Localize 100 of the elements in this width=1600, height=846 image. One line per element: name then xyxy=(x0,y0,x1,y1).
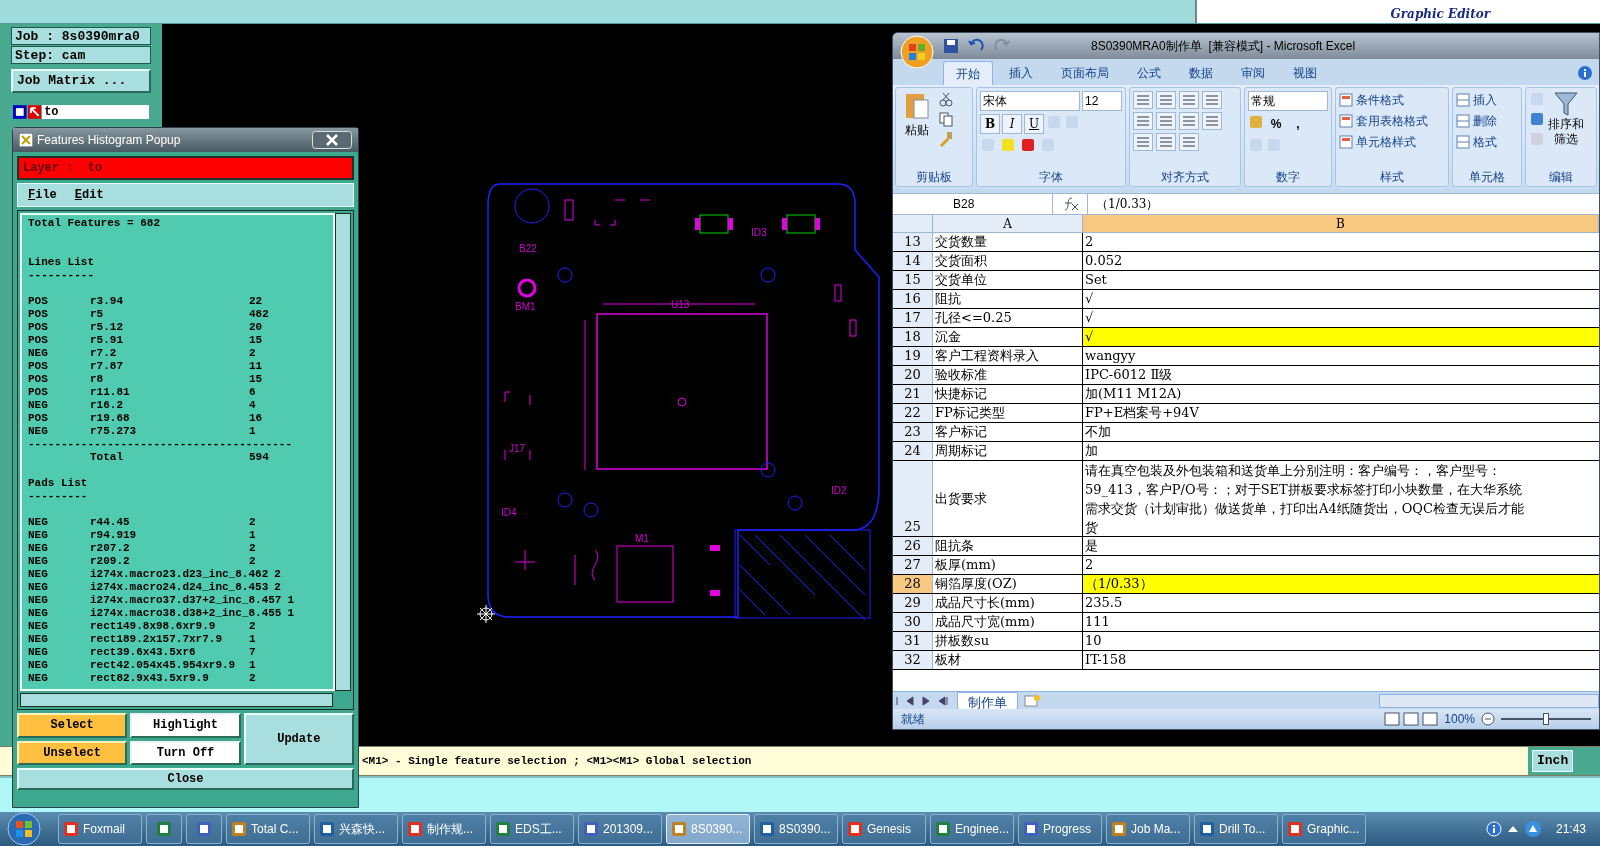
font-size-field[interactable]: 12 xyxy=(1082,91,1122,111)
ribbon-tab[interactable]: 数据 xyxy=(1177,61,1225,85)
taskbar-button[interactable]: Graphic... xyxy=(1282,814,1366,844)
row-header[interactable]: 15 xyxy=(893,271,933,289)
menu-item[interactable]: Edit xyxy=(74,186,104,204)
action-button[interactable]: Highlight xyxy=(130,713,241,738)
row-header[interactable]: 29 xyxy=(893,594,933,612)
column-header[interactable]: B xyxy=(1083,215,1599,232)
arrow-icon[interactable] xyxy=(27,105,42,119)
format-button[interactable]: U xyxy=(1024,114,1044,134)
formula-field[interactable]: （1/0.33） xyxy=(1087,194,1599,214)
style-menu-button[interactable]: 套用表格格式 xyxy=(1339,112,1445,130)
taskbar-button[interactable]: 8S0390... xyxy=(754,814,838,844)
start-button[interactable] xyxy=(4,812,44,846)
checkbox-icon[interactable] xyxy=(13,105,27,119)
help-icon[interactable] xyxy=(1485,821,1502,837)
taskbar-button[interactable]: Total C... xyxy=(226,814,310,844)
align-top-icon[interactable] xyxy=(1133,91,1153,109)
ribbon-tab[interactable]: 页面布局 xyxy=(1049,61,1121,85)
row-header[interactable]: 27 xyxy=(893,556,933,574)
style-menu-button[interactable]: 条件格式 xyxy=(1339,91,1445,109)
align-bottom-icon[interactable] xyxy=(1179,91,1199,109)
row-header[interactable]: 21 xyxy=(893,385,933,403)
ribbon-tab[interactable]: 开始 xyxy=(943,61,993,85)
ribbon-tab[interactable]: 审阅 xyxy=(1229,61,1277,85)
row-header[interactable]: 26 xyxy=(893,537,933,555)
job-matrix-button[interactable]: Job Matrix ... xyxy=(11,69,151,93)
sort-filter-button[interactable]: 排序和 筛选 xyxy=(1548,91,1584,165)
row-header[interactable]: 30 xyxy=(893,613,933,631)
network-icon[interactable] xyxy=(1523,820,1542,838)
taskbar-button[interactable]: 201309... xyxy=(578,814,662,844)
cells-menu-button[interactable]: 删除 xyxy=(1456,112,1518,130)
paste-button[interactable]: 粘贴 xyxy=(899,91,935,165)
align-right-icon[interactable] xyxy=(1179,112,1199,130)
zoom-slider-track[interactable] xyxy=(1501,713,1591,725)
row-header[interactable]: 16 xyxy=(893,290,933,308)
cells-menu-button[interactable]: 格式 xyxy=(1456,133,1518,151)
format-button[interactable]: B xyxy=(980,114,1000,134)
action-button[interactable]: Turn Off xyxy=(130,740,241,765)
new-sheet-icon[interactable] xyxy=(1022,693,1042,708)
row-header[interactable]: 20 xyxy=(893,366,933,384)
row-header[interactable]: 13 xyxy=(893,233,933,251)
row-header[interactable]: 25 xyxy=(893,461,933,536)
sheet-tab[interactable]: 制作单 xyxy=(957,691,1018,710)
view-buttons-icon[interactable] xyxy=(1384,712,1439,726)
row-header[interactable]: 17 xyxy=(893,309,933,327)
action-button[interactable]: Select xyxy=(17,713,128,738)
save-icon[interactable] xyxy=(943,38,959,54)
ribbon-tab[interactable]: 视图 xyxy=(1281,61,1329,85)
align-left-icon[interactable] xyxy=(1133,112,1153,130)
number-format-button[interactable]: % xyxy=(1266,114,1286,134)
app-icon xyxy=(847,821,863,837)
number-format-field[interactable]: 常规 xyxy=(1248,91,1328,111)
horizontal-scrollbar[interactable] xyxy=(20,693,333,707)
taskbar-button[interactable]: Progress xyxy=(1018,814,1102,844)
zoom-slider-thumb[interactable] xyxy=(1543,713,1549,725)
row-header[interactable]: 24 xyxy=(893,442,933,460)
taskbar-button[interactable]: Genesis xyxy=(842,814,926,844)
row-header[interactable]: 28 xyxy=(893,575,933,593)
cut-icon[interactable] xyxy=(938,91,954,107)
vertical-scrollbar[interactable] xyxy=(335,213,351,691)
ribbon-tab[interactable]: 插入 xyxy=(997,61,1045,85)
horizontal-scrollbar[interactable] xyxy=(1379,693,1599,708)
row-header[interactable]: 23 xyxy=(893,423,933,441)
menu-item[interactable]: File xyxy=(28,186,57,204)
copy-icon[interactable] xyxy=(938,111,954,127)
action-button[interactable]: Unselect xyxy=(17,740,128,765)
taskbar-button[interactable]: Foxmail xyxy=(58,814,142,844)
cells-menu-button[interactable]: 插入 xyxy=(1456,91,1518,109)
zoom-out-icon[interactable] xyxy=(1481,712,1495,726)
unit-dropdown[interactable]: Inch xyxy=(1532,750,1574,772)
row-header[interactable]: 31 xyxy=(893,632,933,650)
number-format-button[interactable]: , xyxy=(1288,114,1308,134)
ribbon-tab[interactable]: 公式 xyxy=(1125,61,1173,85)
style-menu-button[interactable]: 单元格样式 xyxy=(1339,133,1445,151)
taskbar-button[interactable] xyxy=(146,814,182,844)
taskbar-button[interactable]: Drill To... xyxy=(1194,814,1278,844)
close-button[interactable]: Close xyxy=(17,768,354,790)
row-header[interactable]: 22 xyxy=(893,404,933,422)
row-header[interactable]: 14 xyxy=(893,252,933,270)
layer-name-field[interactable]: to xyxy=(42,105,149,119)
close-icon[interactable] xyxy=(312,131,352,149)
row-header[interactable]: 18 xyxy=(893,328,933,346)
app-icon xyxy=(231,821,247,837)
taskbar-button[interactable] xyxy=(186,814,222,844)
action-button[interactable]: Update xyxy=(243,713,354,765)
taskbar-button[interactable]: 兴森快... xyxy=(314,814,398,844)
align-middle-icon[interactable] xyxy=(1156,91,1176,109)
format-button[interactable]: I xyxy=(1002,114,1022,134)
taskbar-button[interactable]: 制作规... xyxy=(402,814,486,844)
brush-icon[interactable] xyxy=(938,131,954,147)
taskbar-button[interactable]: Enginee... xyxy=(930,814,1014,844)
row-header[interactable]: 19 xyxy=(893,347,933,365)
row-header[interactable]: 32 xyxy=(893,651,933,669)
center-icon[interactable] xyxy=(1156,112,1176,130)
font-name-field[interactable]: 宋体 xyxy=(980,91,1080,111)
taskbar-button[interactable]: Job Ma... xyxy=(1106,814,1190,844)
name-box[interactable]: B28 xyxy=(893,194,1053,214)
help-icon[interactable] xyxy=(1577,65,1593,81)
taskbar-button[interactable]: EDS工... xyxy=(490,814,574,844)
